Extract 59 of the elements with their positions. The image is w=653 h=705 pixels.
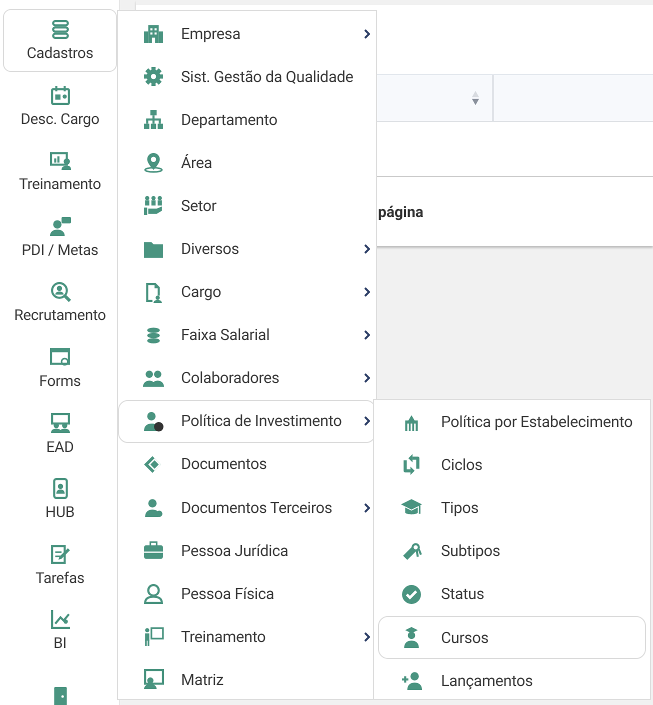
sidebar-item[interactable]: Cadastros — [3, 9, 117, 72]
menu-item[interactable]: Documentos Terceiros — [118, 486, 376, 530]
stack-icon — [50, 19, 70, 40]
person-chat-icon — [50, 216, 70, 237]
document-pen-icon — [50, 544, 70, 565]
menu-item[interactable]: Setor — [118, 184, 376, 228]
classroom-icon — [50, 412, 70, 434]
refresh-icon — [401, 454, 422, 476]
menu-item[interactable]: Área — [118, 141, 376, 184]
menu-item[interactable]: Lançamentos — [378, 659, 646, 702]
sidebar-item[interactable]: Forms — [3, 336, 117, 400]
menu-item[interactable]: Pessoa Física — [118, 572, 376, 616]
teacher-board-icon — [143, 626, 164, 648]
sidebar-item[interactable]: BI — [3, 599, 117, 662]
building-icon — [143, 23, 164, 44]
chart-person-icon — [50, 609, 70, 630]
menu-item[interactable]: Sist. Gestão da Qualidade — [118, 55, 376, 98]
menu-item[interactable]: Colaboradores — [118, 356, 376, 400]
search-person-icon — [50, 281, 70, 302]
users-icon — [143, 368, 164, 389]
menu-item[interactable]: Diversos — [118, 227, 376, 271]
people-hand-icon — [143, 195, 164, 216]
org-chart-icon — [143, 109, 164, 130]
sidebar-item[interactable]: PDI / Metas — [3, 206, 117, 269]
menu-item[interactable]: Treinamento — [118, 615, 376, 658]
pagination-text: página — [378, 202, 424, 220]
menu-item[interactable]: Política por Estabelecimento — [378, 400, 646, 444]
sidebar-item[interactable]: Tarefas — [3, 534, 117, 597]
sidebar-item[interactable]: Treinamento — [3, 140, 117, 204]
menu-item[interactable]: Documentos — [118, 442, 376, 486]
board-people-icon — [143, 669, 164, 690]
sidebar-item[interactable]: EAD — [3, 402, 117, 466]
calendar-icon — [50, 84, 70, 106]
check-circle-icon — [401, 584, 422, 605]
menu-item[interactable]: Empresa — [118, 12, 376, 56]
document-person-icon — [143, 282, 164, 303]
person-outline-icon — [143, 583, 164, 604]
map-pin-icon — [143, 152, 164, 174]
menu-item[interactable]: Faixa Salarial — [118, 314, 376, 357]
menu-item[interactable]: Subtipos — [378, 530, 646, 573]
briefcase-icon — [143, 540, 164, 562]
menu-item[interactable]: Matriz — [118, 658, 376, 702]
menu-item[interactable]: Cursos — [378, 616, 646, 660]
sidebar-item[interactable]: HUB — [3, 468, 117, 532]
menu-item[interactable]: Departamento — [118, 98, 376, 142]
person-icon — [143, 497, 164, 518]
graduate-icon — [401, 627, 422, 648]
presentation-icon — [50, 150, 70, 172]
add-person-icon — [401, 670, 422, 692]
sort-icon[interactable] — [471, 90, 480, 106]
menu-item[interactable]: Tipos — [378, 486, 646, 530]
menu-item[interactable]: Cargo — [118, 270, 376, 314]
menu-item[interactable]: Status — [378, 572, 646, 616]
window-search-icon — [50, 346, 70, 368]
sidebar-item[interactable]: Recrutamento — [3, 271, 117, 334]
gear-icon — [143, 66, 164, 88]
sidebar-item[interactable]: Desc. Cargo — [3, 74, 117, 138]
menu-item[interactable]: Ciclos — [378, 443, 646, 486]
menu-item[interactable]: Pessoa Jurídica — [118, 529, 376, 572]
